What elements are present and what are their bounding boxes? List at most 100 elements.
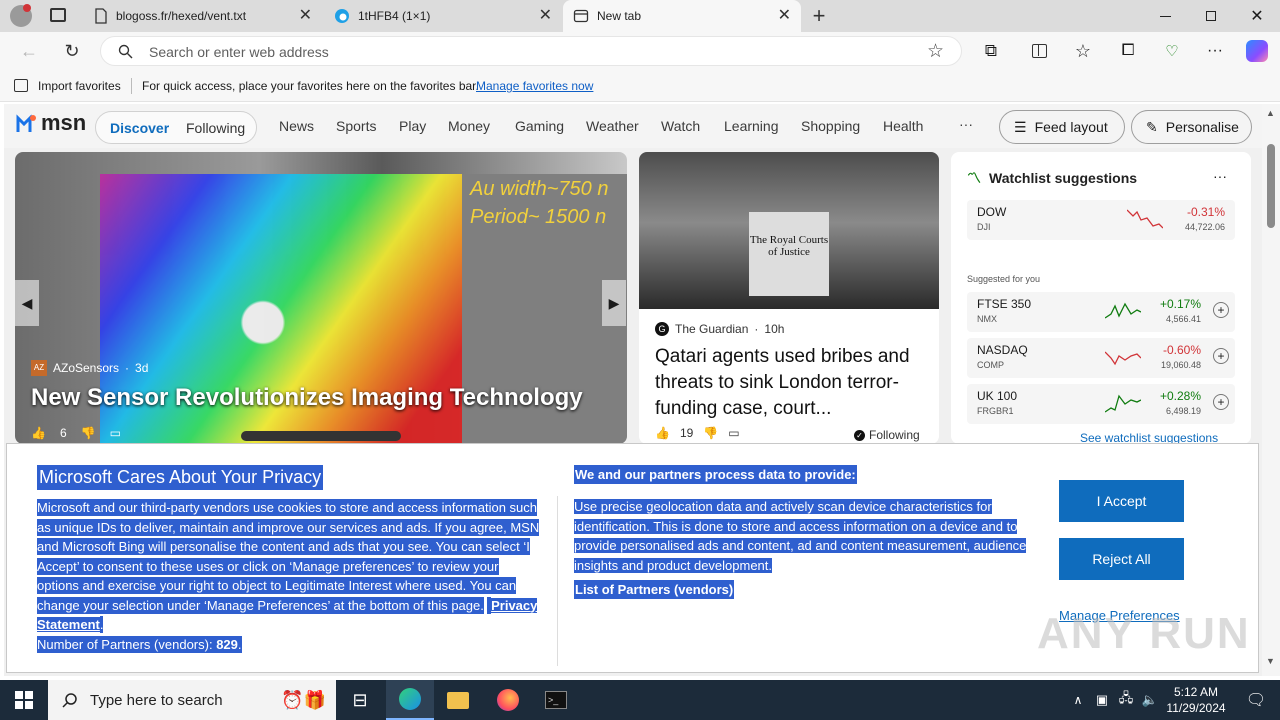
hero-source: AZ AZoSensors · 3d [31, 360, 148, 376]
hero-title[interactable]: New Sensor Revolutionizes Imaging Techno… [31, 384, 583, 412]
taskbar-search-placeholder: Type here to search [90, 691, 223, 709]
guardian-logo-icon: G [655, 322, 669, 336]
taskbar-edge-icon[interactable] [386, 680, 434, 720]
network-icon[interactable]: 🖧 [1114, 680, 1138, 720]
hero-card[interactable]: Au width~750 n Period~ 1500 n ◀ ▶ AZ AZo… [15, 152, 627, 444]
nav-weather[interactable]: Weather [586, 118, 639, 134]
watchlist-more-icon[interactable]: ··· [1213, 168, 1227, 184]
list-of-partners-link[interactable]: List of Partners (vendors) [574, 580, 735, 599]
task-view-icon[interactable]: ⊟ [336, 680, 384, 720]
feed-layout-button[interactable]: ☰ Feed layout [999, 110, 1125, 144]
windows-logo-icon [15, 691, 33, 709]
add-watchlist-icon[interactable]: + [1213, 348, 1229, 364]
add-watchlist-icon[interactable]: + [1213, 394, 1229, 410]
msn-nav: msn Discover Following News Sports Play … [4, 104, 1262, 148]
like-icon[interactable]: 👍 [31, 426, 46, 440]
tab-title: 1tHFB4 (1×1) [358, 9, 431, 23]
profile-icon[interactable] [10, 4, 32, 27]
restore-button[interactable] [1188, 0, 1234, 32]
tab-following[interactable]: Following [186, 120, 245, 136]
tab-1thfb4[interactable]: 1tHFB4 (1×1) ✕ [324, 0, 562, 32]
nav-gaming[interactable]: Gaming [515, 118, 564, 134]
nav-more[interactable]: ··· [959, 116, 973, 132]
close-tab-icon[interactable]: ✕ [539, 8, 552, 24]
accept-button[interactable]: I Accept [1059, 480, 1184, 522]
taskbar-search[interactable]: Type here to search ⏰🎁 [48, 680, 336, 720]
like-icon[interactable]: 👍 [655, 426, 670, 440]
carousel-prev-button[interactable]: ◀ [15, 280, 39, 326]
nav-play[interactable]: Play [399, 118, 426, 134]
add-watchlist-icon[interactable]: + [1213, 302, 1229, 318]
nav-news[interactable]: News [279, 118, 314, 134]
scroll-thumb[interactable] [1267, 144, 1275, 228]
tab-new-tab[interactable]: New tab ✕ [563, 0, 801, 32]
new-tab-button[interactable]: + [806, 2, 832, 30]
nav-sports[interactable]: Sports [336, 118, 376, 134]
more-menu-icon[interactable]: ··· [1200, 36, 1230, 66]
reject-all-button[interactable]: Reject All [1059, 538, 1184, 580]
story-title[interactable]: Qatari agents used bribes and threats to… [655, 344, 925, 422]
split-screen-icon[interactable] [1024, 36, 1054, 66]
page-icon [95, 8, 107, 24]
back-button[interactable]: ← [14, 36, 44, 66]
import-favorites-button[interactable]: Import favorites [38, 79, 121, 93]
tab-vent-txt[interactable]: blogoss.fr/hexed/vent.txt ✕ [84, 0, 322, 32]
dislike-icon[interactable]: 👎 [81, 426, 96, 440]
tray-app-icon[interactable]: ▣ [1090, 680, 1114, 720]
sparkline-icon [1105, 394, 1141, 413]
watchlist-row[interactable]: UK 100 FRGBR1 +0.28% 6,498.19 + [967, 384, 1235, 424]
import-favorites-icon [14, 79, 28, 92]
carousel-dots[interactable] [241, 431, 401, 441]
personalise-label: Personalise [1165, 119, 1239, 135]
nav-shopping[interactable]: Shopping [801, 118, 860, 134]
close-tab-icon[interactable]: ✕ [778, 8, 791, 24]
edge-icon [335, 9, 349, 23]
show-hidden-icons[interactable]: ∧ [1066, 680, 1090, 720]
watchlist-row[interactable]: NASDAQ COMP -0.60% 19,060.48 + [967, 338, 1235, 378]
close-window-button[interactable]: ✕ [1234, 0, 1280, 32]
extensions-icon[interactable]: ⧉ [976, 36, 1006, 66]
address-bar[interactable]: Search or enter web address ☆ [100, 36, 962, 66]
close-tab-icon[interactable]: ✕ [299, 8, 312, 24]
nav-health[interactable]: Health [883, 118, 923, 134]
minimize-button[interactable] [1142, 0, 1188, 32]
volume-icon[interactable]: 🔈 [1138, 680, 1162, 720]
watchlist-row[interactable]: FTSE 350 NMX +0.17% 4,566.41 + [967, 292, 1235, 332]
nav-watch[interactable]: Watch [661, 118, 700, 134]
trend-icon: 〽 [967, 170, 981, 186]
scroll-down-arrow[interactable]: ▼ [1266, 656, 1275, 666]
copilot-icon[interactable] [1242, 36, 1272, 66]
comment-icon[interactable]: ▭ [110, 426, 121, 440]
taskbar-clock[interactable]: 5:12 AM 11/29/2024 [1164, 684, 1228, 716]
scroll-up-arrow[interactable]: ▲ [1266, 108, 1275, 118]
taskbar-explorer-icon[interactable] [434, 680, 482, 720]
watchlist-main-row[interactable]: DOW DJI -0.31% 44,722.06 [967, 200, 1235, 240]
suggested-label: Suggested for you [967, 274, 1041, 284]
msn-logo[interactable]: msn [16, 110, 86, 136]
favorites-icon[interactable]: ☆ [1068, 36, 1098, 66]
collections-icon[interactable]: ⧠ [1113, 36, 1143, 66]
personalise-button[interactable]: ✎ Personalise [1131, 110, 1252, 144]
nav-money[interactable]: Money [448, 118, 490, 134]
search-highlight-icon: ⏰🎁 [281, 689, 326, 710]
taskbar-terminal-icon[interactable]: >_ [532, 680, 580, 720]
taskbar-firefox-icon[interactable] [484, 680, 532, 720]
tab-discover[interactable]: Discover [110, 120, 169, 136]
page-scrollbar[interactable]: ▲ ▼ [1262, 104, 1280, 676]
carousel-next-button[interactable]: ▶ [602, 280, 626, 326]
story-card[interactable]: The Royal Courts of Justice G The Guardi… [639, 152, 939, 444]
story-source-name: The Guardian [675, 322, 749, 336]
manage-favorites-link[interactable]: Manage favorites now [476, 79, 593, 93]
dislike-icon[interactable]: 👎 [703, 426, 718, 440]
comment-icon[interactable]: ▭ [728, 426, 739, 440]
tab-actions-icon[interactable] [50, 8, 66, 22]
start-button[interactable] [0, 680, 48, 720]
story-following[interactable]: ✓ Following [854, 428, 920, 442]
performance-icon[interactable]: ♡ [1157, 36, 1187, 66]
notifications-icon[interactable]: 🗨 [1232, 680, 1280, 720]
consent-purposes-title: We and our partners process data to prov… [574, 465, 857, 484]
favorite-star-icon[interactable]: ☆ [927, 40, 944, 63]
refresh-button[interactable]: ↻ [57, 36, 87, 66]
watchlist-card: 〽 Watchlist suggestions ··· DOW DJI -0.3… [951, 152, 1251, 444]
nav-learning[interactable]: Learning [724, 118, 779, 134]
